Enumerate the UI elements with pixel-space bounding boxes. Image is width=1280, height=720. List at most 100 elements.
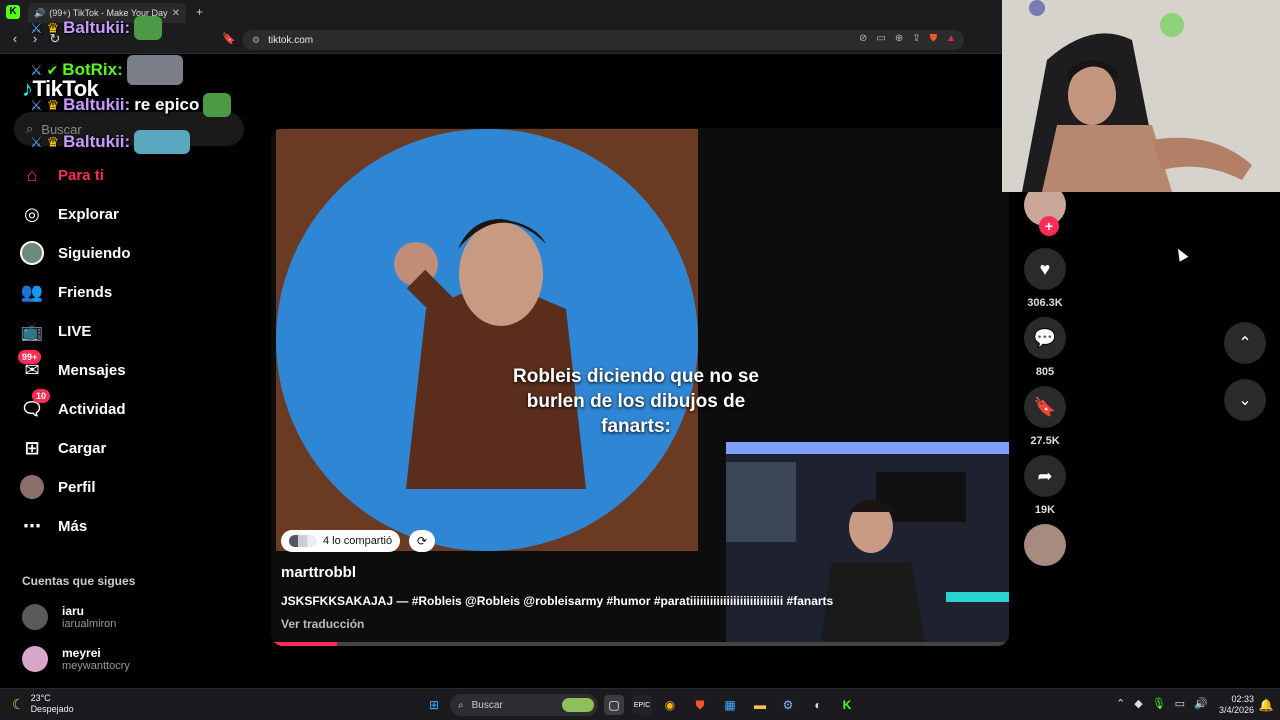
- bookmark-icon: 🔖: [1024, 386, 1066, 428]
- obs-icon[interactable]: ◐: [808, 695, 828, 715]
- emote-icon: [126, 55, 183, 85]
- nav-siguiendo[interactable]: Siguiendo: [20, 240, 131, 266]
- repost-icon[interactable]: ⟳: [409, 530, 435, 552]
- compass-icon: ◎: [24, 203, 40, 224]
- music-disc-icon: [1024, 524, 1066, 566]
- share-count: 19K: [1034, 504, 1056, 516]
- taskbar-search[interactable]: ⌕ Buscar: [450, 694, 598, 716]
- following-account-iaru[interactable]: iaru iarualmiron: [22, 604, 116, 630]
- nav-live[interactable]: 📺 LIVE: [20, 318, 92, 344]
- shared-by-pill[interactable]: 4 lo compartió: [281, 530, 401, 552]
- brave-icon[interactable]: ⛊: [690, 695, 710, 715]
- brave-shield-icon[interactable]: ⛊: [930, 33, 938, 44]
- new-tab-icon[interactable]: +: [196, 5, 203, 19]
- nav-label: Actividad: [58, 400, 126, 418]
- back-icon[interactable]: ‹: [6, 31, 24, 46]
- previous-video-button[interactable]: ⌃: [1224, 322, 1266, 364]
- account-name: iaru: [62, 604, 85, 618]
- avatar: [22, 646, 48, 672]
- clock-time: 02:33: [1231, 694, 1254, 704]
- share-icon[interactable]: ⇪: [912, 33, 920, 44]
- windows-start-icon[interactable]: ⊞: [424, 695, 444, 715]
- account-name: meyrei: [62, 646, 101, 660]
- video-frame: [276, 129, 698, 551]
- chat-username: Baltukii:: [63, 18, 131, 37]
- activity-icon: 🗨 10: [20, 389, 51, 421]
- task-view-icon[interactable]: ▢: [604, 695, 624, 715]
- webcam-overlay: [1002, 0, 1280, 192]
- network-icon[interactable]: ▭: [1175, 697, 1185, 710]
- chat-username: Baltukii:: [63, 132, 131, 151]
- comment-button[interactable]: 💬 805: [1024, 317, 1066, 378]
- progress-fill: [271, 642, 338, 646]
- sword-badge-icon: ⚔: [30, 96, 43, 113]
- nav-label: Cargar: [58, 439, 107, 457]
- progress-bar[interactable]: [271, 642, 1009, 646]
- screen: K 🔊 (99+) TikTok - Make Your Day ✕ + ‹ ›…: [0, 0, 1280, 720]
- nav-friends[interactable]: 👥 Friends: [20, 279, 112, 305]
- discord-icon[interactable]: ◆: [1134, 697, 1142, 710]
- chrome-icon[interactable]: ◉: [660, 695, 680, 715]
- bookmark-icon[interactable]: 🔖: [222, 32, 236, 45]
- save-button[interactable]: 🔖 27.5K: [1024, 386, 1066, 447]
- steam-icon[interactable]: ⚙: [778, 695, 798, 715]
- brave-rewards-icon[interactable]: ▲: [946, 33, 956, 44]
- account-handle: iarualmiron: [62, 618, 117, 630]
- microphone-icon[interactable]: 🎙: [1152, 697, 1166, 710]
- no-tracking-icon[interactable]: ⊘: [859, 33, 867, 44]
- nav-explorar[interactable]: ◎ Explorar: [20, 201, 119, 227]
- streamer-pip: [726, 442, 1009, 646]
- chat-text: re epico: [134, 95, 200, 114]
- sound-disc[interactable]: [1024, 524, 1066, 566]
- sharer-avatars-icon: [289, 535, 317, 547]
- cast-icon[interactable]: ▭: [876, 33, 885, 44]
- taskbar-clock[interactable]: 02:33 3/4/2026: [1214, 694, 1254, 716]
- video-author[interactable]: marttrobbl: [281, 564, 356, 581]
- weather-widget[interactable]: ☾ 23°C Despejado: [12, 693, 74, 715]
- tray-chevron-icon[interactable]: ⌃: [1116, 697, 1125, 710]
- kick-app-icon[interactable]: K: [6, 5, 20, 19]
- video-player[interactable]: Robleis diciendo que no se burlen de los…: [271, 128, 1009, 646]
- file-explorer-icon[interactable]: ▬: [750, 695, 770, 715]
- epic-games-icon[interactable]: EPIC: [632, 695, 652, 715]
- site-info-icon[interactable]: ⚙: [252, 35, 260, 46]
- search-highlight-icon: [562, 698, 594, 712]
- friends-icon: 👥: [20, 281, 44, 302]
- nav-actividad[interactable]: 🗨 10 Actividad: [20, 389, 126, 422]
- following-section-title: Cuentas que sigues: [22, 574, 136, 588]
- nav-perfil[interactable]: Perfil: [20, 474, 96, 500]
- next-video-button[interactable]: ⌄: [1224, 379, 1266, 421]
- url-action-icons: ⊘ ▭ ⊕ ⇪ ⛊ ▲: [859, 33, 956, 44]
- streamer-room-illustration: [726, 442, 1009, 646]
- store-icon[interactable]: ▦: [720, 695, 740, 715]
- clock-date: 3/4/2026: [1218, 705, 1254, 715]
- translate-link[interactable]: Ver traducción: [281, 617, 364, 631]
- nav-mensajes[interactable]: ✉ 99+ Mensajes: [18, 350, 126, 383]
- system-tray: ⌃ ◆ 🎙 ▭ 🔊: [1116, 697, 1208, 710]
- share-button[interactable]: ➦ 19K: [1024, 455, 1066, 516]
- volume-icon[interactable]: 🔊: [1194, 697, 1208, 710]
- follow-plus-icon[interactable]: +: [1039, 216, 1059, 236]
- address-bar[interactable]: ⚙ tiktok.com ⊘ ▭ ⊕ ⇪ ⛊ ▲: [242, 30, 964, 50]
- activity-badge: 10: [32, 389, 51, 403]
- zoom-icon[interactable]: ⊕: [895, 33, 903, 44]
- like-button[interactable]: ♥ 306.3K: [1024, 248, 1066, 309]
- avatar: [22, 604, 48, 630]
- taskbar-search-label: Buscar: [471, 699, 503, 711]
- kick-icon[interactable]: K: [837, 695, 857, 715]
- close-tab-icon[interactable]: ✕: [172, 8, 180, 19]
- nav-cargar[interactable]: ⊞ Cargar: [20, 435, 106, 461]
- nav-label: Explorar: [58, 205, 119, 223]
- emote-icon: [203, 93, 232, 117]
- emote-icon: [134, 130, 191, 154]
- like-count: 306.3K: [1027, 297, 1063, 309]
- person-illustration: [394, 219, 586, 489]
- nav-mas[interactable]: ⋯ Más: [20, 513, 87, 539]
- nav-para-ti[interactable]: ⌂ Para ti: [20, 162, 104, 188]
- account-handle: meywanttocry: [62, 660, 130, 672]
- save-count: 27.5K: [1030, 435, 1060, 447]
- comment-count: 805: [1035, 366, 1055, 378]
- webcam-feed-illustration: [1002, 0, 1280, 192]
- notifications-icon[interactable]: 🔔: [1256, 695, 1276, 715]
- following-account-meyrei[interactable]: meyrei meywanttocry: [22, 646, 130, 672]
